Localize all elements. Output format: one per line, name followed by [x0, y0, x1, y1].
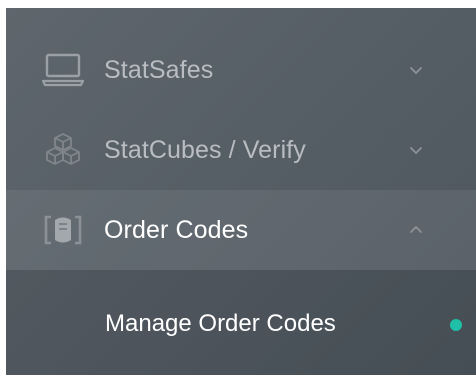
cubes-icon	[42, 132, 84, 168]
chevron-down-icon[interactable]	[406, 60, 426, 80]
sidebar-item-statcubes-verify[interactable]: StatCubes / Verify	[6, 110, 476, 190]
active-indicator-dot	[450, 319, 462, 331]
submenu-item-label: Manage Order Codes	[105, 310, 336, 337]
sidebar-item-label: Order Codes	[104, 216, 249, 244]
sidebar-item-order-codes[interactable]: Order Codes	[6, 190, 476, 270]
order-codes-icon	[42, 212, 84, 248]
sidebar-item-label: StatCubes / Verify	[104, 136, 306, 164]
chevron-down-icon[interactable]	[406, 140, 426, 160]
sidebar-item-statsafes[interactable]: StatSafes	[6, 30, 476, 110]
laptop-icon	[41, 52, 85, 88]
order-codes-submenu: Manage Order Codes	[6, 270, 476, 375]
sidebar-item-label: StatSafes	[104, 56, 214, 84]
submenu-item-manage-order-codes[interactable]: Manage Order Codes	[6, 294, 476, 354]
chevron-up-icon[interactable]	[406, 220, 426, 240]
sidebar-nav: StatSafes StatCubes / Verify Order Codes…	[6, 8, 476, 375]
